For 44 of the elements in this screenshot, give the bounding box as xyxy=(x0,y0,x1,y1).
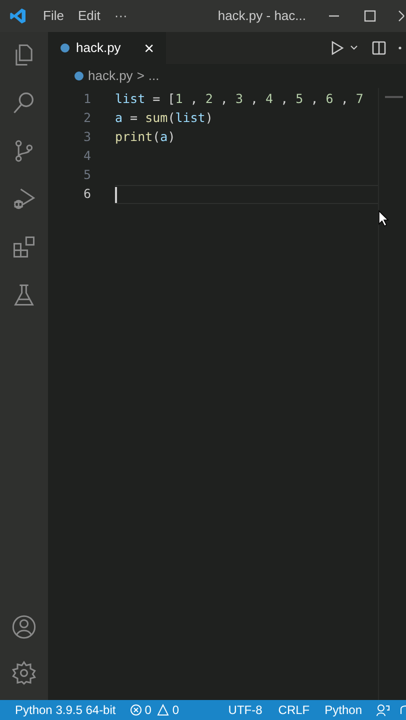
breadcrumb-item[interactable]: ... xyxy=(148,66,160,86)
line-ending-status[interactable]: CRLF xyxy=(278,701,310,719)
code-line: a = sum(list) xyxy=(115,109,213,128)
code-line: list = [1 , 2 , 3 , 4 , 5 , 6 , 7 xyxy=(115,90,364,108)
line-number: 6 xyxy=(82,185,91,204)
line-number: 3 xyxy=(82,128,91,146)
line-number: 2 xyxy=(82,109,91,128)
flask-icon[interactable] xyxy=(11,282,37,308)
bell-icon[interactable] xyxy=(400,704,406,716)
maximize-icon[interactable] xyxy=(364,10,376,22)
mouse-pointer-icon xyxy=(378,210,389,227)
editor-tab[interactable]: hack.py × xyxy=(48,32,166,64)
language-status[interactable]: Python xyxy=(324,701,362,719)
settings-icon[interactable] xyxy=(11,660,37,686)
warning-icon xyxy=(157,704,170,716)
line-number: 5 xyxy=(82,166,91,184)
minimap-line xyxy=(385,96,403,98)
split-editor-icon[interactable] xyxy=(372,41,386,55)
feedback-icon[interactable] xyxy=(376,704,390,716)
line-number: 1 xyxy=(82,90,91,108)
problems-status[interactable]: 0 0 xyxy=(130,701,180,719)
encoding-status[interactable]: UTF-8 xyxy=(228,701,262,719)
python-file-icon xyxy=(74,71,84,81)
account-icon[interactable] xyxy=(11,614,37,640)
caret-icon[interactable] xyxy=(350,45,358,51)
menu-item[interactable]: File xyxy=(43,6,64,26)
tab-label: hack.py xyxy=(76,39,121,58)
breadcrumb-item[interactable]: hack.py xyxy=(88,66,133,86)
run-icon[interactable] xyxy=(331,41,344,55)
close-tab-button[interactable]: × xyxy=(144,40,154,56)
window-title: hack.py - hac... xyxy=(218,7,306,26)
more-icon[interactable] xyxy=(398,46,402,50)
menu-item[interactable]: Edit xyxy=(78,6,100,26)
menu-item[interactable]: ··· xyxy=(114,6,128,26)
extensions-icon[interactable] xyxy=(11,234,37,260)
run-debug-icon[interactable] xyxy=(11,186,37,212)
interpreter-status[interactable]: Python 3.9.5 64-bit xyxy=(15,701,116,719)
code-line: print(a) xyxy=(115,128,176,146)
breadcrumb-separator: > xyxy=(136,67,144,86)
python-file-icon xyxy=(60,43,70,53)
logo-icon xyxy=(9,7,27,25)
close-icon[interactable] xyxy=(396,10,406,22)
line-number: 4 xyxy=(82,147,91,166)
error-icon xyxy=(130,704,142,716)
